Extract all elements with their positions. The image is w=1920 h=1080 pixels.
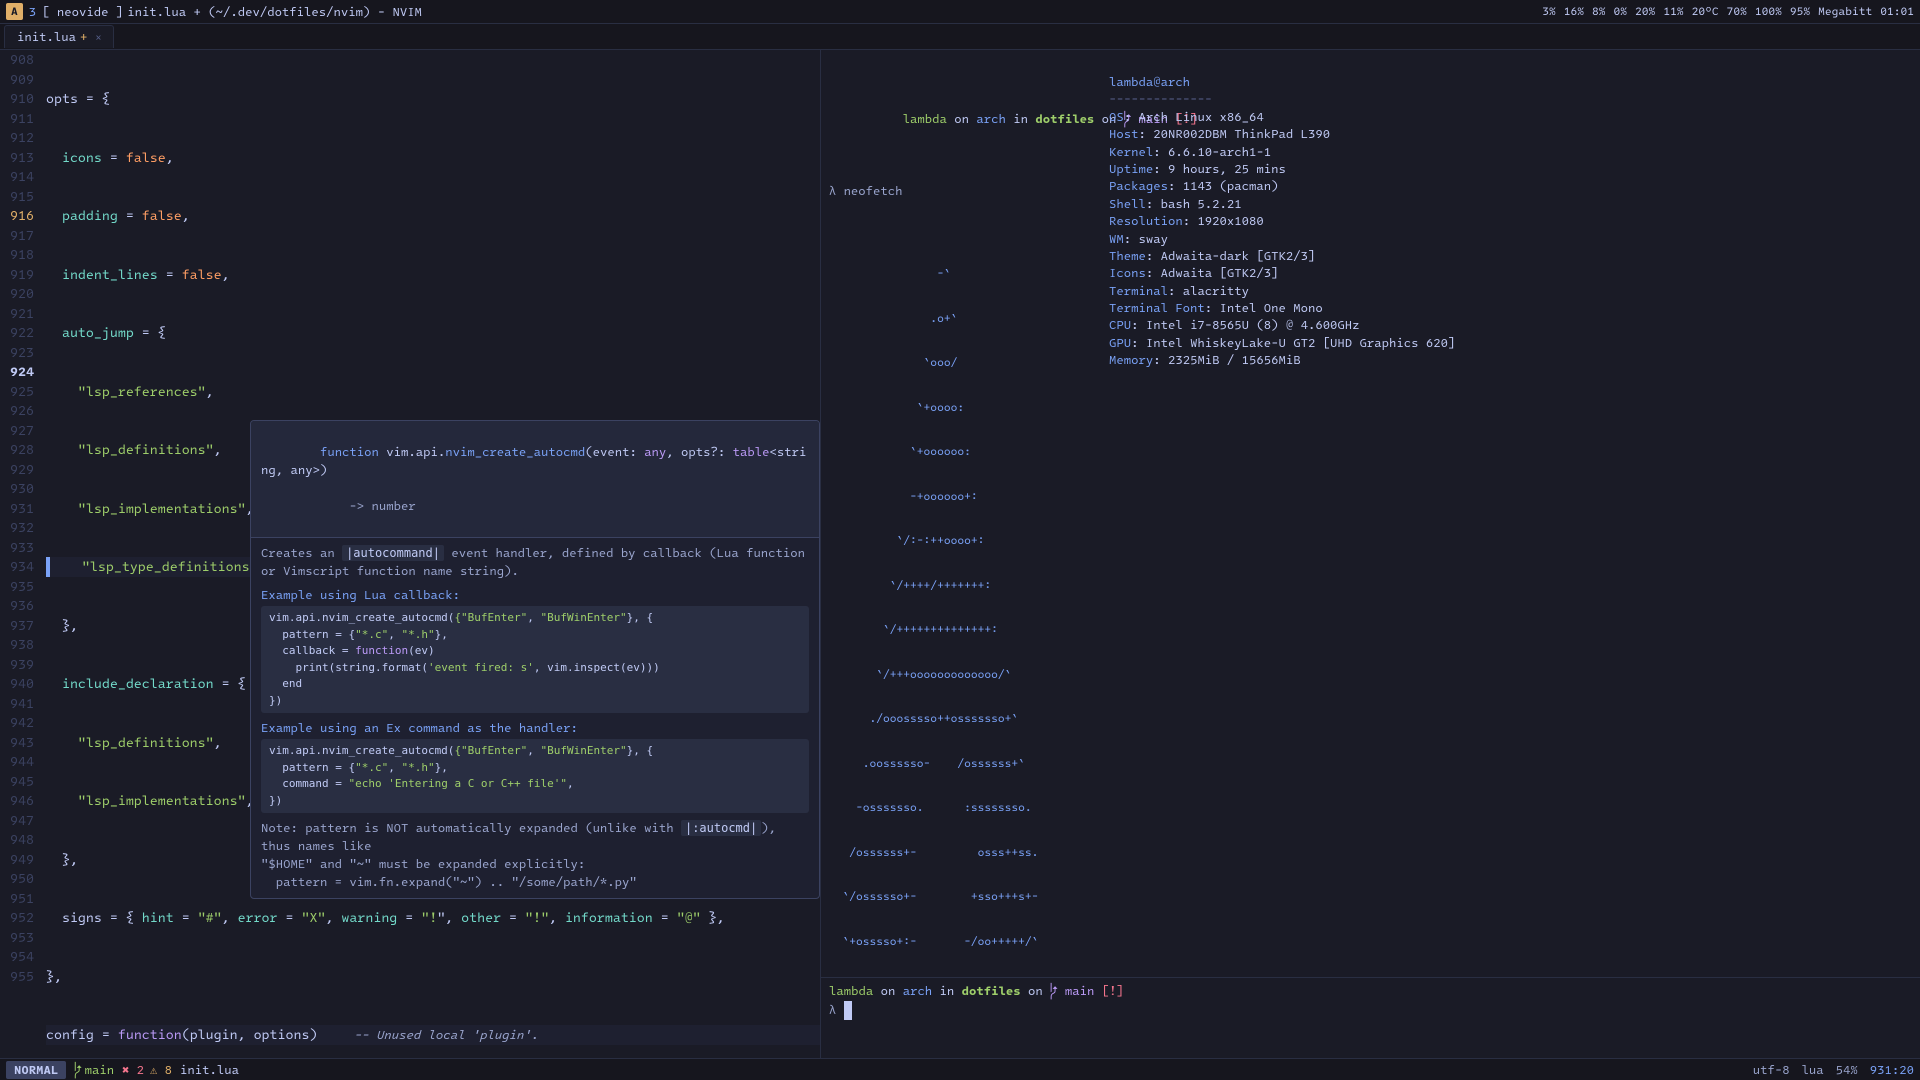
temp-stat: 20°C (1692, 4, 1719, 19)
status-diagnostics: ✖ 2 ⚠ 8 (122, 1062, 172, 1078)
right-panel: lambda on arch in dotfiles on  main [!]… (820, 50, 1920, 1058)
cpu-stat: 3% (1542, 4, 1556, 19)
editor-pane: 908 909 910 911 912 913 914 915 916 917 … (0, 50, 820, 1058)
vim-mode-indicator: A (6, 3, 23, 20)
main-area: 908 909 910 911 912 913 914 915 916 917 … (0, 50, 1920, 1058)
tab-number: 3 (29, 4, 36, 20)
scroll-percent: 54% (1836, 1062, 1858, 1078)
line-numbers: 908 909 910 911 912 913 914 915 916 917 … (0, 50, 42, 1058)
terminal-cursor-line: λ (829, 1001, 1912, 1020)
top-prompt-line: lambda on arch in dotfiles on  main [!] (829, 91, 1109, 149)
neofetch-cmd: λ neofetch (829, 183, 1109, 200)
neofetch-info: lambda@arch -------------- OS: Arch Linu… (1109, 56, 1912, 971)
file-tab-init-lua[interactable]: init.lua + × (4, 25, 114, 48)
vol-stat: 70% (1727, 4, 1747, 19)
status-right: utf-8 lua 54% 931:20 (1753, 1062, 1914, 1078)
tabsbar: init.lua + × (0, 24, 1920, 50)
status-filetype: lua (1802, 1062, 1824, 1078)
tab-close-icon[interactable]: × (95, 30, 101, 44)
mem1-stat: 16% (1564, 4, 1584, 19)
error-count: ✖ 2 (122, 1062, 144, 1078)
tab-filename: init.lua (17, 29, 76, 45)
hover-body: Creates an |autocommand| event handler, … (251, 538, 819, 898)
status-mode: NORMAL (6, 1061, 66, 1079)
branch-name: main (85, 1062, 114, 1078)
separator: -------------- (1109, 91, 1212, 107)
user-host: lambda@arch (1109, 74, 1190, 90)
topbar-left: A 3 [ neovide ] init.lua + (~/.dev/dotfi… (6, 3, 422, 20)
topbar-stats: 3% 16% 8% 0% 20% 11% 20°C 70% 100% 95% M… (1542, 4, 1914, 19)
mem2-stat: 8% (1592, 4, 1606, 19)
mem4-stat: 20% (1635, 4, 1655, 19)
terminal-bottom[interactable]: lambda on arch in dotfiles on  main [!]… (821, 978, 1920, 1058)
mem3-stat: 0% (1614, 4, 1628, 19)
net-stat: Megabitt (1818, 4, 1872, 19)
neofetch-ascii: lambda on arch in dotfiles on  main [!]… (829, 56, 1109, 971)
bright-stat: 100% (1755, 4, 1782, 19)
status-filename: init.lua (180, 1062, 239, 1078)
branch-icon:  (74, 1062, 81, 1078)
neovide-label: [ neovide ] (42, 4, 123, 20)
mem5-stat: 11% (1663, 4, 1683, 19)
statusbar: NORMAL  main ✖ 2 ⚠ 8 init.lua utf-8 lua… (0, 1058, 1920, 1080)
file-path: init.lua + (~/.dev/dotfiles/nvim) - NVIM (127, 4, 422, 20)
cursor-position: 931:20 (1870, 1062, 1914, 1078)
ascii-art: -` .o+` `ooo/ `+oooo: `+oooooo: -+oooooo… (829, 237, 1109, 977)
terminal-top: lambda on arch in dotfiles on  main [!]… (821, 50, 1920, 977)
time-stat: 01:01 (1880, 4, 1914, 19)
hover-signature: function vim.api.nvim_create_autocmd(eve… (251, 421, 819, 538)
encoding: utf-8 (1753, 1062, 1790, 1078)
bottom-prompt: lambda on arch in dotfiles on  main [!] (829, 982, 1912, 1001)
status-branch:  main (74, 1062, 114, 1078)
tab-modified-indicator: + (80, 29, 87, 45)
hover-popup: function vim.api.nvim_create_autocmd(eve… (250, 420, 820, 899)
topbar: A 3 [ neovide ] init.lua + (~/.dev/dotfi… (0, 0, 1920, 24)
bat-stat: 95% (1790, 4, 1810, 19)
warning-count: ⚠ 8 (150, 1062, 172, 1078)
